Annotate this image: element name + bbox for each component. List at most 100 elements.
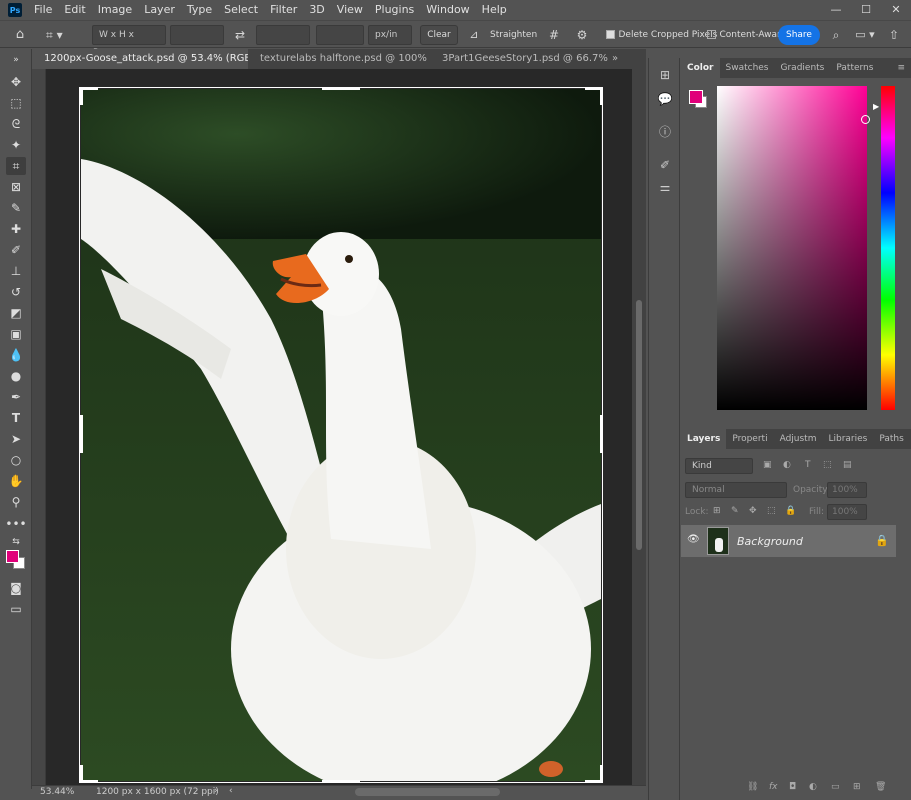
link-layers-icon[interactable]: ⛓ — [747, 782, 758, 792]
clear-button[interactable]: Clear — [420, 25, 458, 45]
tab-adjustments[interactable]: Adjustm — [774, 429, 823, 449]
filter-shape-icon[interactable]: ⬚ — [823, 460, 832, 470]
menu-edit[interactable]: Edit — [58, 0, 91, 20]
pen-tool-icon[interactable]: ✒ — [6, 388, 26, 406]
lock-position-icon[interactable]: ✥ — [749, 506, 757, 516]
dodge-tool-icon[interactable]: ● — [6, 367, 26, 385]
home-icon[interactable]: ⌂ — [10, 25, 30, 45]
hue-slider[interactable] — [881, 86, 895, 410]
unit-dropdown[interactable]: px/in — [368, 25, 412, 45]
grid-overlay-icon[interactable]: # — [546, 25, 562, 45]
menu-type[interactable]: Type — [181, 0, 218, 20]
tab-layers[interactable]: Layers — [681, 429, 727, 449]
straighten-icon[interactable]: ⊿ — [466, 25, 482, 45]
tab-geese-story[interactable]: 3Part1GeeseStory1.psd @ 66.7% (...✕ — [430, 49, 608, 69]
tab-goose-attack[interactable]: 1200px-Goose_attack.psd @ 53.4% (RGB/8) … — [32, 49, 248, 69]
ratio-dropdown[interactable]: W x H x Reso... — [92, 25, 166, 58]
tabs-overflow-icon[interactable]: » — [608, 49, 628, 69]
layer-name[interactable]: Background — [737, 535, 803, 548]
panel-menu-icon[interactable]: ≡ — [891, 58, 911, 78]
lock-all-icon[interactable]: 🔒 — [785, 506, 796, 516]
tab-texturelabs-halftone[interactable]: texturelabs halftone.psd @ 100% (...✕ — [248, 49, 430, 69]
swap-icon[interactable]: ⇄ — [232, 25, 248, 45]
magic-wand-tool-icon[interactable]: ✦ — [6, 136, 26, 154]
delete-cropped-checkbox[interactable]: Delete Cropped Pixels — [606, 25, 717, 45]
scroll-left-icon[interactable]: ‹ — [229, 786, 233, 796]
filter-smart-object-icon[interactable]: ▤ — [843, 460, 852, 470]
minimize-button[interactable]: — — [821, 0, 851, 20]
height-input[interactable] — [256, 25, 310, 45]
tab-paths[interactable]: Paths — [873, 429, 909, 449]
quick-mask-icon[interactable]: ◙ — [6, 579, 26, 597]
move-tool-icon[interactable]: ✥ — [6, 73, 26, 91]
menu-filter[interactable]: Filter — [264, 0, 303, 20]
menu-view[interactable]: View — [331, 0, 369, 20]
eraser-tool-icon[interactable]: ◩ — [6, 304, 26, 322]
share-button[interactable]: Share — [778, 25, 820, 45]
menu-help[interactable]: Help — [476, 0, 513, 20]
delete-layer-icon[interactable]: 🗑 — [875, 782, 886, 792]
fg-color-swatch[interactable] — [689, 90, 703, 104]
group-icon[interactable]: ▭ — [831, 782, 840, 792]
blur-tool-icon[interactable]: 💧 — [6, 346, 26, 364]
tab-properties[interactable]: Properti — [726, 429, 773, 449]
lock-artboard-icon[interactable]: ⬚ — [767, 506, 776, 516]
tab-patterns[interactable]: Patterns — [830, 58, 879, 78]
collapse-toolbar-icon[interactable]: » — [6, 51, 26, 69]
zoom-level[interactable]: 53.44% — [40, 787, 74, 797]
width-input[interactable] — [170, 25, 224, 45]
fx-icon[interactable]: fx — [769, 782, 778, 792]
resolution-input[interactable] — [316, 25, 364, 45]
horizontal-scroll-thumb[interactable] — [355, 788, 500, 796]
adjustments-icon[interactable]: ⚌ — [656, 178, 674, 196]
color-field[interactable] — [717, 86, 867, 410]
info-icon[interactable]: ⓘ — [656, 122, 674, 140]
menu-layer[interactable]: Layer — [138, 0, 181, 20]
menu-image[interactable]: Image — [92, 0, 138, 20]
history-icon[interactable]: ⊞ — [656, 66, 674, 84]
menu-window[interactable]: Window — [420, 0, 475, 20]
vertical-scroll-thumb[interactable] — [636, 300, 642, 550]
lock-image-icon[interactable]: ✎ — [731, 506, 739, 516]
eyedropper-tool-icon[interactable]: ✎ — [6, 199, 26, 217]
maximize-button[interactable]: ☐ — [851, 0, 881, 20]
crop-tool-icon[interactable]: ⌗ — [6, 157, 26, 175]
path-selection-tool-icon[interactable]: ➤ — [6, 430, 26, 448]
menu-select[interactable]: Select — [218, 0, 264, 20]
healing-brush-tool-icon[interactable]: ✚ — [6, 220, 26, 238]
tab-swatches[interactable]: Swatches — [720, 58, 775, 78]
clone-stamp-tool-icon[interactable]: ⊥ — [6, 262, 26, 280]
menu-3d[interactable]: 3D — [303, 0, 330, 20]
crop-handle-left[interactable] — [80, 415, 83, 453]
crop-handle-top-left-v[interactable] — [80, 87, 83, 105]
filter-pixel-icon[interactable]: ▣ — [763, 460, 772, 470]
crop-handle-top[interactable] — [322, 87, 360, 90]
crop-handle-bottom-right-v[interactable] — [600, 765, 603, 783]
filter-adjustment-icon[interactable]: ◐ — [783, 460, 791, 470]
comments-icon[interactable]: 💬 — [656, 90, 674, 108]
eye-visibility-icon[interactable]: 👁 — [687, 534, 700, 545]
straighten-label[interactable]: Straighten — [490, 25, 537, 45]
close-button[interactable]: ✕ — [881, 0, 911, 20]
fill-input[interactable]: 100% — [827, 504, 867, 520]
crop-handle-bottom[interactable] — [322, 780, 360, 783]
lock-pixels-icon[interactable]: ⊞ — [713, 506, 721, 516]
blend-mode-dropdown[interactable]: Normal — [685, 482, 787, 498]
foreground-color-swatch[interactable] — [6, 550, 19, 563]
type-tool-icon[interactable]: T — [6, 409, 26, 427]
kind-dropdown[interactable]: Kind — [685, 458, 753, 474]
marquee-tool-icon[interactable]: ⬚ — [6, 94, 26, 112]
swap-colors-icon[interactable]: ⇆ — [6, 533, 26, 551]
brush-settings-icon[interactable]: ✐ — [656, 156, 674, 174]
crop-handle-bottom-left-v[interactable] — [80, 765, 83, 783]
lasso-tool-icon[interactable]: ᘓ — [6, 115, 26, 133]
color-picker-cursor[interactable] — [861, 115, 870, 124]
crop-tool-preset-icon[interactable]: ⌗ ▾ — [46, 25, 80, 45]
share-export-icon[interactable]: ⇧ — [886, 25, 902, 45]
gradient-tool-icon[interactable]: ▣ — [6, 325, 26, 343]
hand-tool-icon[interactable]: ✋ — [6, 472, 26, 490]
hue-slider-marker-icon[interactable]: ▶ — [873, 102, 879, 111]
zoom-tool-icon[interactable]: ⚲ — [6, 493, 26, 511]
add-mask-icon[interactable]: ◘ — [789, 782, 796, 792]
gear-icon[interactable]: ⚙ — [574, 25, 590, 45]
